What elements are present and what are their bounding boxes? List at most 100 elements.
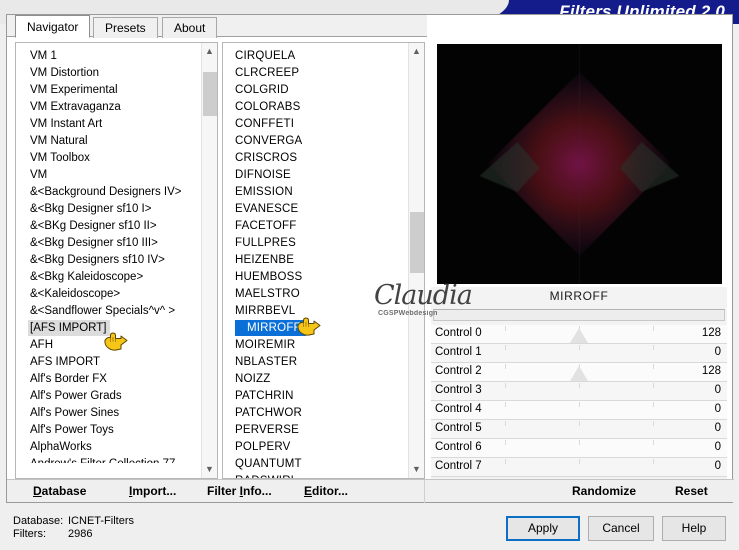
list-item-label[interactable]: MAELSTRO xyxy=(223,286,409,303)
list-item-label[interactable]: COLORABS xyxy=(223,99,409,116)
list-item-label[interactable]: MIRROFF xyxy=(235,320,306,336)
list-item[interactable]: &<Bkg Kaleidoscope> xyxy=(16,269,202,286)
list-item-label[interactable]: CRISCROS xyxy=(223,150,409,167)
list-item[interactable]: &<BKg Designer sf10 II> xyxy=(16,218,202,235)
list-item[interactable]: MIRRBEVL xyxy=(223,303,409,320)
list-item-label[interactable]: CONVERGA xyxy=(223,133,409,150)
control-slider-row[interactable]: Control 6 0 xyxy=(431,439,727,458)
list-item[interactable]: PERVERSE xyxy=(223,422,409,439)
control-slider-row[interactable]: Control 7 0 xyxy=(431,458,727,477)
list-item[interactable]: RADSWIRL xyxy=(223,473,409,478)
category-list[interactable]: VM 1 VM Distortion VM Experimental VM Extra… xyxy=(15,42,218,479)
list-item-label[interactable]: PATCHRIN xyxy=(223,388,409,405)
control-slider-row[interactable]: Control 1 0 xyxy=(431,344,727,363)
list-item[interactable]: AFH xyxy=(16,337,202,354)
scroll-up-icon[interactable]: ▲ xyxy=(409,43,424,60)
list-item-label[interactable]: VM Experimental xyxy=(16,82,202,99)
list-item-label[interactable]: MOIREMIR xyxy=(223,337,409,354)
tab-navigator[interactable]: Navigator xyxy=(15,15,91,38)
scrollbar-thumb[interactable] xyxy=(203,72,217,117)
list-item-label[interactable]: &<Kaleidoscope> xyxy=(16,286,202,303)
list-item-label[interactable]: VM 1 xyxy=(16,48,202,65)
list-item[interactable]: EMISSION xyxy=(223,184,409,201)
list-item-label[interactable]: VM Toolbox xyxy=(16,150,202,167)
list-item-label[interactable]: MIRRBEVL xyxy=(223,303,409,320)
list-item[interactable]: &<Kaleidoscope> xyxy=(16,286,202,303)
list-item-label[interactable]: EVANESCE xyxy=(223,201,409,218)
preset-name-field[interactable] xyxy=(433,309,725,321)
list-item-label[interactable]: RADSWIRL xyxy=(223,473,409,478)
list-item-label[interactable]: QUANTUMT xyxy=(223,456,409,473)
list-item[interactable]: HEIZENBE xyxy=(223,252,409,269)
list-item[interactable]: AlphaWorks xyxy=(16,439,202,456)
list-item-label[interactable]: [AFS IMPORT] xyxy=(28,320,111,336)
randomize-button[interactable]: Randomize xyxy=(572,484,636,498)
list-item-label[interactable]: &<Bkg Designers sf10 IV> xyxy=(16,252,202,269)
list-item[interactable]: PATCHRIN xyxy=(223,388,409,405)
list-item[interactable]: Alf's Power Sines xyxy=(16,405,202,422)
apply-button[interactable]: Apply xyxy=(506,516,580,541)
database-button[interactable]: Database xyxy=(33,484,86,498)
list-item[interactable]: MAELSTRO xyxy=(223,286,409,303)
scroll-down-icon[interactable]: ▼ xyxy=(202,461,217,478)
list-item-label[interactable]: VM Instant Art xyxy=(16,116,202,133)
list-item-label[interactable]: EMISSION xyxy=(223,184,409,201)
control-slider-row[interactable]: Control 5 0 xyxy=(431,420,727,439)
import-button[interactable]: Import... xyxy=(129,484,176,498)
list-item-label[interactable]: FULLPRES xyxy=(223,235,409,252)
list-item-label[interactable]: Alf's Power Grads xyxy=(16,388,202,405)
list-item[interactable]: Andrew's Filter Collection 77 xyxy=(16,456,202,463)
list-item[interactable]: VM Extravaganza xyxy=(16,99,202,116)
list-item-label[interactable]: COLGRID xyxy=(223,82,409,99)
list-item-label[interactable]: NBLASTER xyxy=(223,354,409,371)
tab-presets[interactable]: Presets xyxy=(93,17,158,38)
list-item-label[interactable]: &<Bkg Designer sf10 III> xyxy=(16,235,202,252)
list-item[interactable]: CONFFETI xyxy=(223,116,409,133)
list-item[interactable]: FACETOFF xyxy=(223,218,409,235)
editor-button[interactable]: Editor... xyxy=(304,484,348,498)
list-item[interactable]: AFS IMPORT xyxy=(16,354,202,371)
list-item-label[interactable]: HEIZENBE xyxy=(223,252,409,269)
list-item-label[interactable]: &<Bkg Kaleidoscope> xyxy=(16,269,202,286)
preview-image[interactable] xyxy=(437,44,722,284)
list-item[interactable]: VM Distortion xyxy=(16,65,202,82)
list-item-label[interactable]: &<Sandflower Specials^v^ > xyxy=(16,303,202,320)
list-item[interactable]: CONVERGA xyxy=(223,133,409,150)
list-item[interactable]: COLGRID xyxy=(223,82,409,99)
list-item[interactable]: &<Bkg Designer sf10 III> xyxy=(16,235,202,252)
list-item[interactable]: Alf's Power Grads xyxy=(16,388,202,405)
reset-button[interactable]: Reset xyxy=(675,484,708,498)
list-item[interactable]: HUEMBOSS xyxy=(223,269,409,286)
list-item[interactable]: &<Bkg Designer sf10 I> xyxy=(16,201,202,218)
list-item-label[interactable]: VM Extravaganza xyxy=(16,99,202,116)
list-item-label[interactable]: &<Bkg Designer sf10 I> xyxy=(16,201,202,218)
list-item[interactable]: PATCHWOR xyxy=(223,405,409,422)
list-item-label[interactable]: PERVERSE xyxy=(223,422,409,439)
list-item-label[interactable]: DIFNOISE xyxy=(223,167,409,184)
control-slider-row[interactable]: Control 0 128 xyxy=(431,325,727,344)
list-item[interactable]: VM Toolbox xyxy=(16,150,202,167)
list-item-label[interactable]: AlphaWorks xyxy=(16,439,202,456)
list-item-label[interactable]: PATCHWOR xyxy=(223,405,409,422)
list-item[interactable]: CIRQUELA xyxy=(223,48,409,65)
list-item[interactable]: CRISCROS xyxy=(223,150,409,167)
list-item-label[interactable]: VM Natural xyxy=(16,133,202,150)
list-item-label[interactable]: &<Background Designers IV> xyxy=(16,184,202,201)
list-item[interactable]: FULLPRES xyxy=(223,235,409,252)
list-item-label[interactable]: AFH xyxy=(16,337,202,354)
list-item[interactable]: MOIREMIR xyxy=(223,337,409,354)
list-item[interactable]: Alf's Border FX xyxy=(16,371,202,388)
scroll-down-icon[interactable]: ▼ xyxy=(409,461,424,478)
list-item-label[interactable]: HUEMBOSS xyxy=(223,269,409,286)
list-item-label[interactable]: Andrew's Filter Collection 77 xyxy=(16,456,202,463)
list-item-label[interactable]: Alf's Power Sines xyxy=(16,405,202,422)
list-item-label[interactable]: Alf's Border FX xyxy=(16,371,202,388)
slider-thumb[interactable] xyxy=(570,366,588,381)
control-slider-row[interactable]: Control 4 0 xyxy=(431,401,727,420)
list-item[interactable]: VM Natural xyxy=(16,133,202,150)
control-slider-row[interactable]: Control 2 128 xyxy=(431,363,727,382)
list-item-label[interactable]: NOIZZ xyxy=(223,371,409,388)
list-item[interactable]: &<Bkg Designers sf10 IV> xyxy=(16,252,202,269)
list-item-label[interactable]: &<BKg Designer sf10 II> xyxy=(16,218,202,235)
list-item[interactable]: POLPERV xyxy=(223,439,409,456)
